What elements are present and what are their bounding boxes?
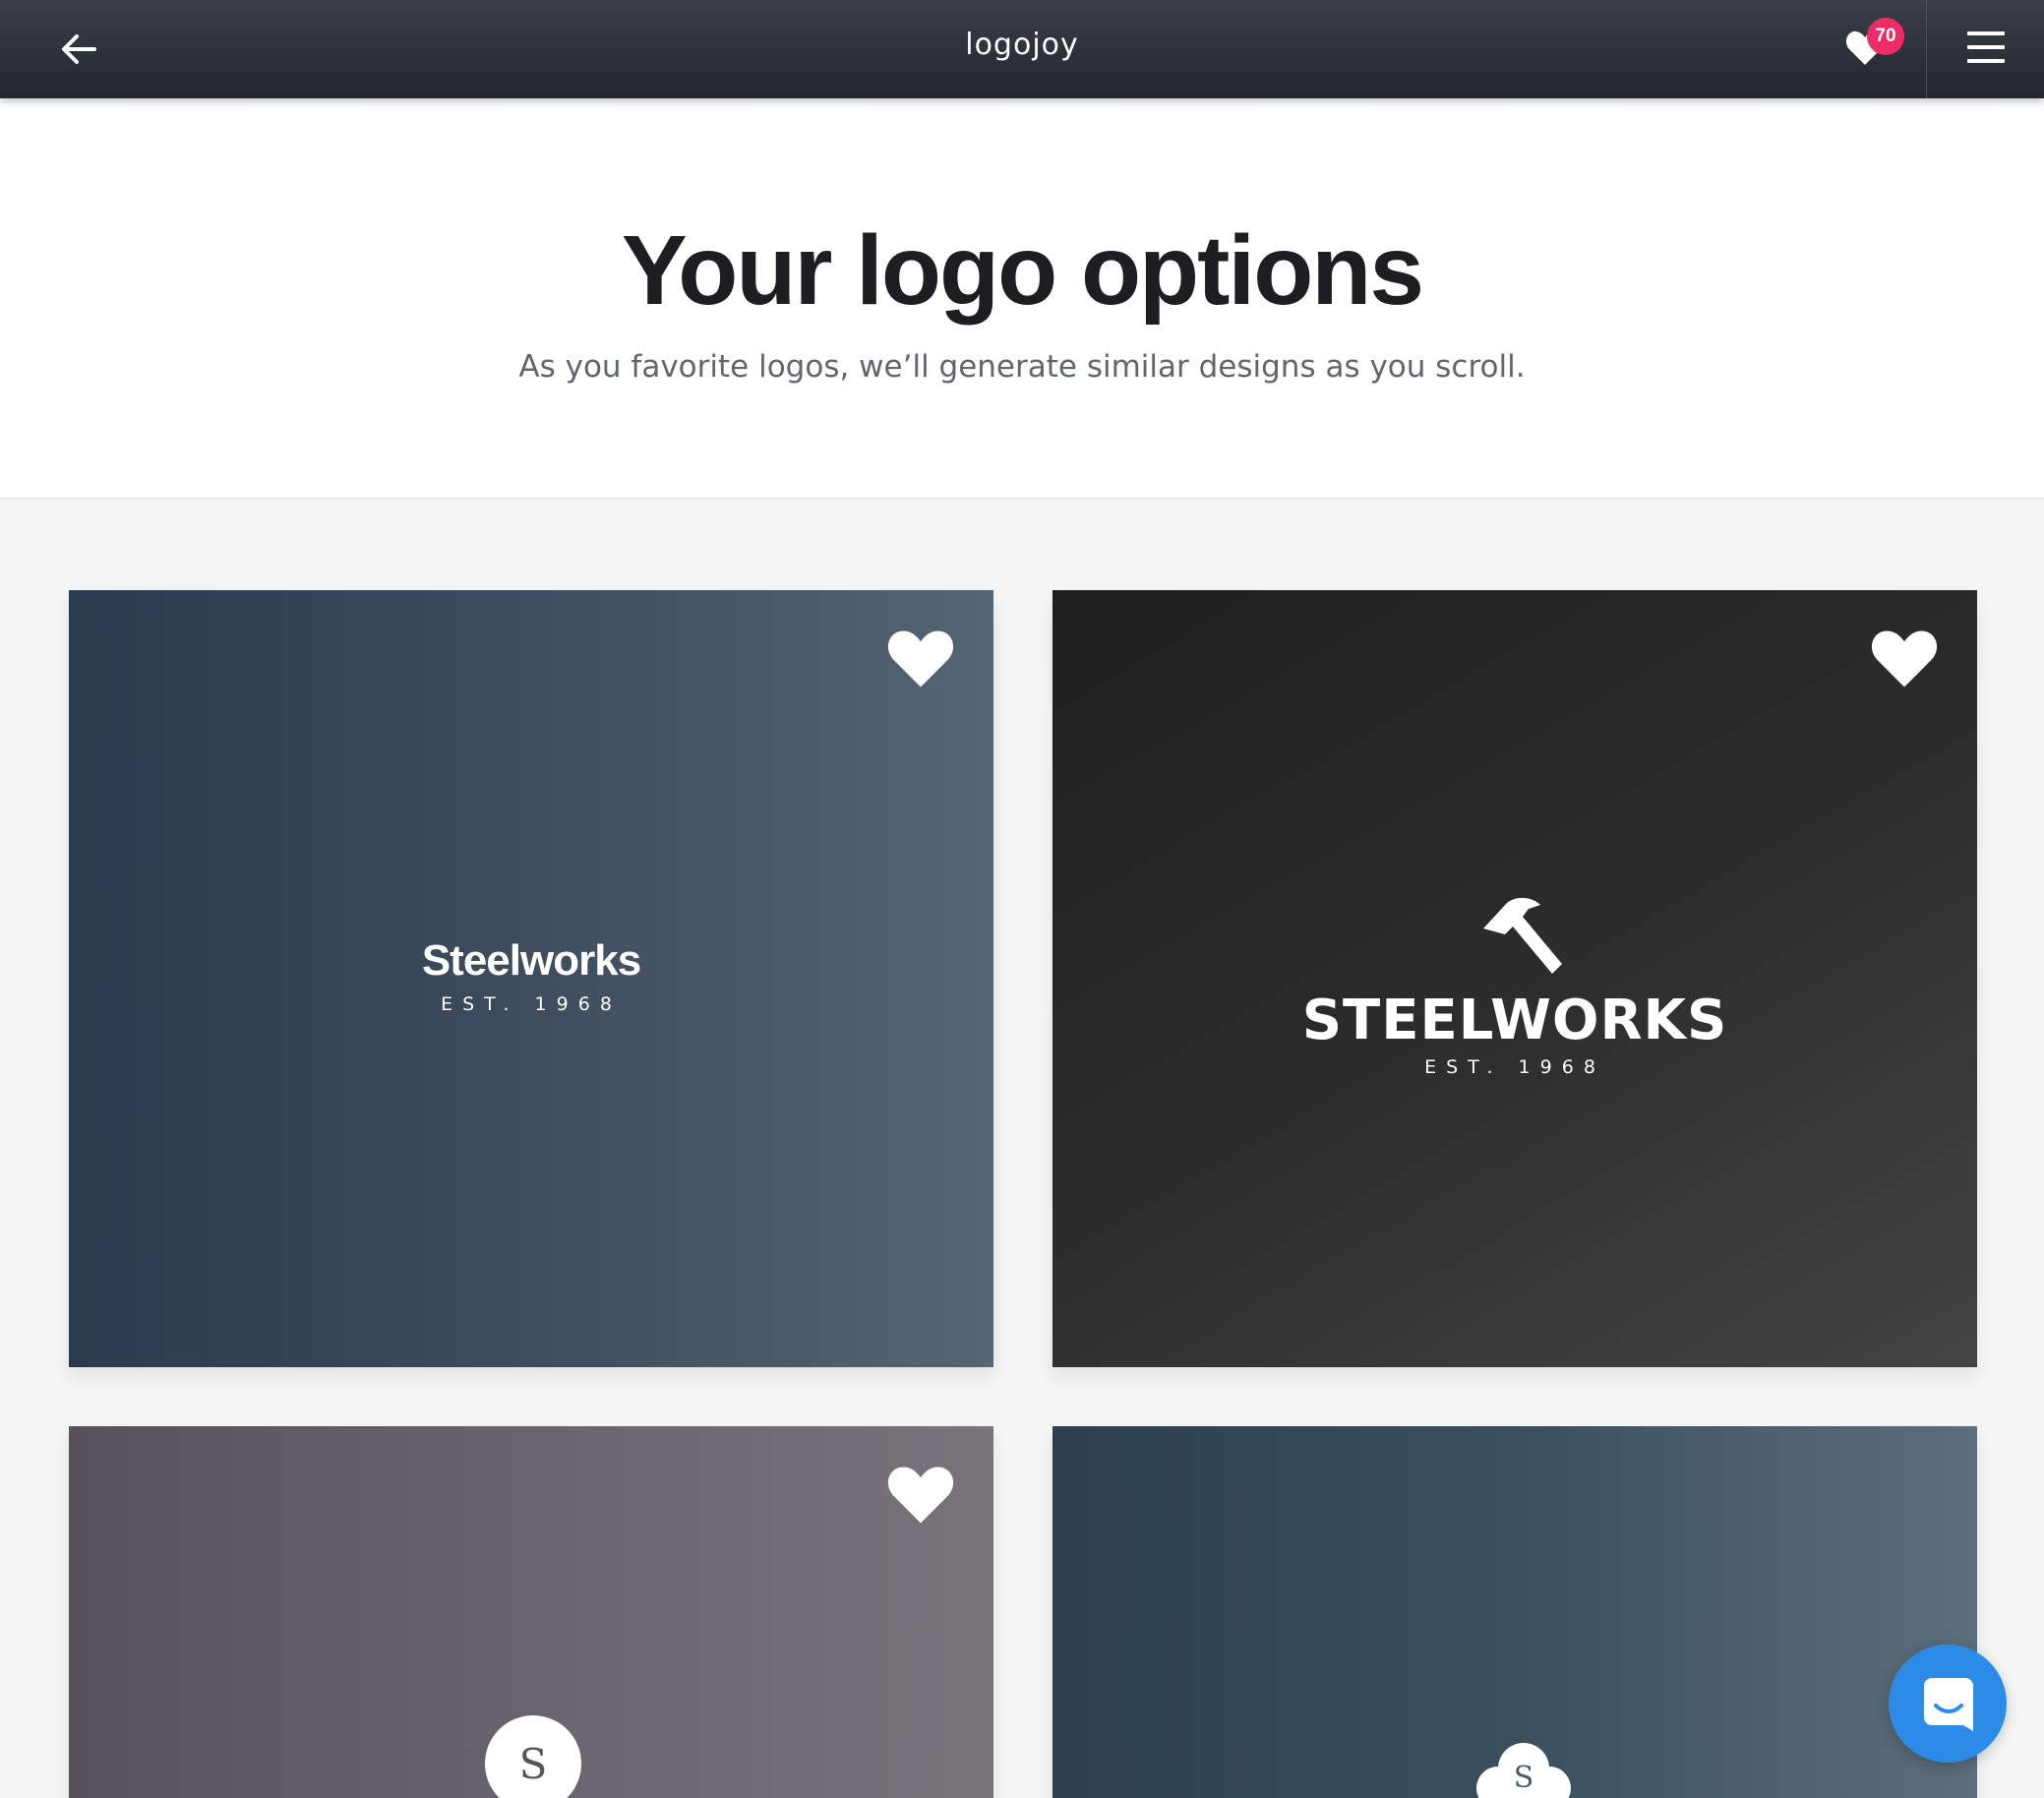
top-navigation-bar: logojoy 70 — [0, 0, 2044, 98]
favorite-toggle-button[interactable] — [885, 628, 956, 690]
logo-tagline: EST. 1968 — [441, 993, 622, 1015]
logo-monogram: S — [1513, 1761, 1534, 1795]
logo-option-card[interactable]: Steelworks EST. 1968 — [69, 590, 993, 1367]
logo-wordmark: STEELWORKS — [1301, 989, 1728, 1052]
logo-monogram: S — [485, 1715, 581, 1798]
logo-option-card[interactable]: STEELWORKS EST. 1968 — [1052, 590, 1977, 1367]
hammer-icon — [1483, 897, 1562, 974]
logo-wordmark: Steelworks — [421, 936, 641, 985]
header-divider — [1926, 0, 1927, 98]
brand-logo[interactable]: logojoy — [0, 28, 2044, 62]
hamburger-menu-icon — [1967, 31, 2005, 35]
hero-section: Your logo options As you favorite logos,… — [0, 98, 2044, 500]
favorite-toggle-button[interactable] — [1869, 628, 1940, 690]
page-subtitle: As you favorite logos, we’ll generate si… — [518, 349, 1526, 385]
logo-tagline: EST. 1968 — [1424, 1056, 1605, 1078]
chat-bubble-icon — [1924, 1678, 1973, 1731]
heart-icon — [887, 630, 954, 688]
favorites-count-badge: 70 — [1867, 18, 1904, 55]
heart-icon — [1871, 630, 1938, 688]
logo-option-card[interactable]: S — [69, 1426, 993, 1798]
heart-icon — [887, 1467, 954, 1524]
hamburger-menu-button[interactable] — [1967, 31, 2005, 67]
chat-launcher-button[interactable] — [1889, 1645, 2007, 1763]
logo-option-card[interactable]: S — [1052, 1426, 1977, 1798]
page-title: Your logo options — [622, 215, 1424, 326]
favorite-toggle-button[interactable] — [885, 1464, 956, 1527]
